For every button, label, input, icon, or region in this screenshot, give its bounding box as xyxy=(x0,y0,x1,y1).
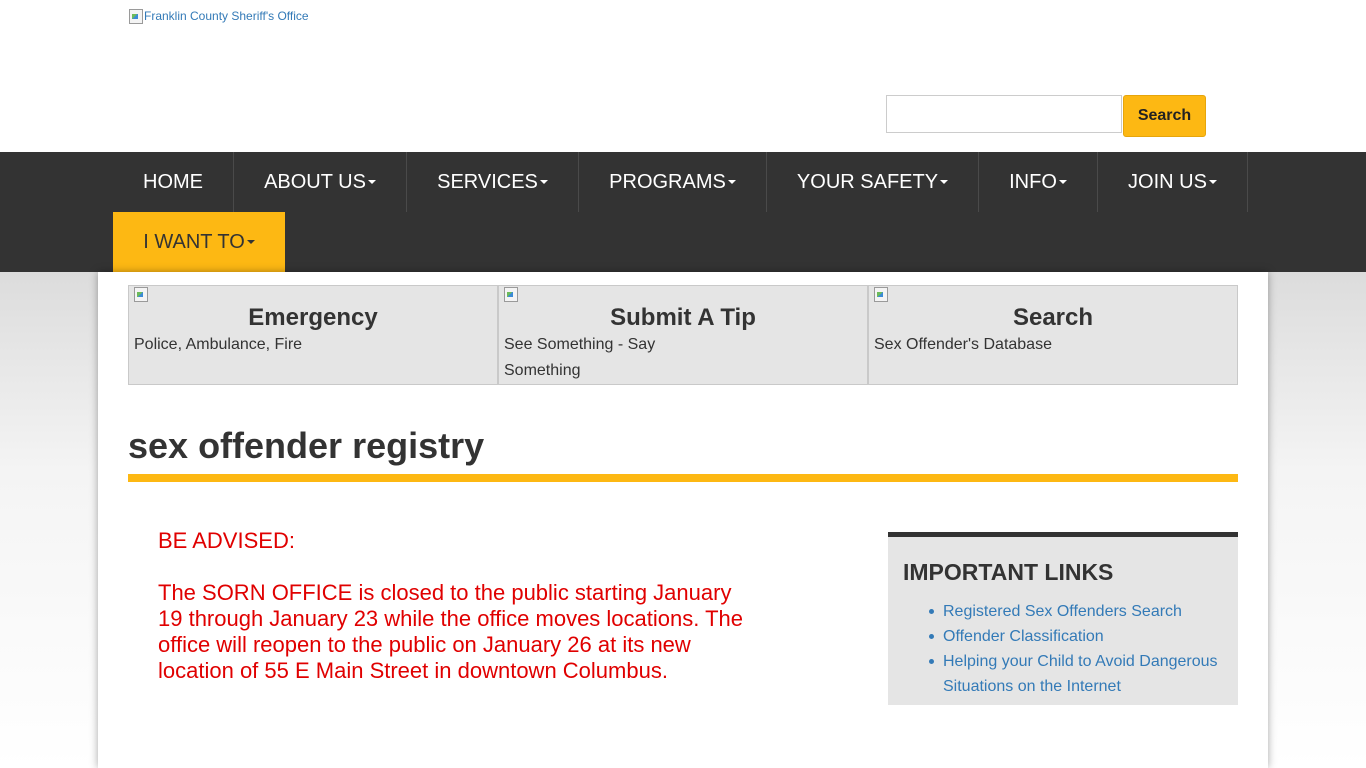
nav-home[interactable]: HOME xyxy=(113,152,234,212)
quick-link-subtitle: Police, Ambulance, Fire xyxy=(134,336,303,353)
caret-down-icon xyxy=(539,180,548,184)
quick-link-title: Emergency xyxy=(248,304,378,331)
quick-link-search[interactable]: Search Sex Offender's Database xyxy=(868,285,1238,385)
important-links-title: IMPORTANT LINKS xyxy=(903,559,1114,585)
search-input[interactable] xyxy=(886,95,1122,133)
nav-programs-label: PROGRAMS xyxy=(609,170,726,193)
caret-down-icon xyxy=(1208,180,1217,184)
broken-image-icon xyxy=(133,286,149,302)
logo-alt-text: Franklin County Sheriff's Office xyxy=(144,9,309,23)
broken-image-icon xyxy=(128,8,144,24)
nav-your-safety[interactable]: YOUR SAFETY xyxy=(767,152,979,212)
quick-link-title: Search xyxy=(1012,304,1094,331)
caret-down-icon xyxy=(727,180,736,184)
broken-image-icon xyxy=(503,286,519,302)
nav-services-label: SERVICES xyxy=(437,170,538,193)
nav-home-label: HOME xyxy=(143,170,203,193)
caret-down-icon xyxy=(1058,180,1067,184)
nav-about-us-label: ABOUT US xyxy=(264,170,366,193)
nav-your-safety-label: YOUR SAFETY xyxy=(796,170,939,193)
broken-image-icon xyxy=(873,286,889,302)
caret-down-icon xyxy=(246,240,255,244)
search-button[interactable]: Search xyxy=(1123,95,1206,137)
nav-join-us-label: JOIN US xyxy=(1128,170,1207,193)
main-nav: HOME ABOUT US SERVICES PROGRAMS YOUR SAF… xyxy=(0,152,1366,272)
nav-programs[interactable]: PROGRAMS xyxy=(579,152,767,212)
link-helping-your-child[interactable]: Helping your Child to Avoid Dangerous Si… xyxy=(929,649,1233,699)
nav-i-want-to[interactable]: I WANT TO xyxy=(113,212,285,272)
nav-services[interactable]: SERVICES xyxy=(407,152,579,212)
nav-join-us[interactable]: JOIN US xyxy=(1098,152,1248,212)
nav-info-label: INFO xyxy=(1009,170,1057,193)
caret-down-icon xyxy=(367,180,376,184)
nav-about-us[interactable]: ABOUT US xyxy=(234,152,407,212)
important-links-list: Registered Sex Offenders Search Offender… xyxy=(929,599,1233,699)
quick-link-subtitle: See Something - Say Something xyxy=(504,336,656,379)
page-title: sex offender registry xyxy=(128,425,485,466)
nav-i-want-to-label: I WANT TO xyxy=(143,230,245,253)
site-header: Franklin County Sheriff's Office Search xyxy=(0,0,1366,152)
advisory-body: The SORN OFFICE is closed to the public … xyxy=(158,580,743,683)
nav-info[interactable]: INFO xyxy=(979,152,1098,212)
site-logo[interactable]: Franklin County Sheriff's Office xyxy=(128,8,309,24)
quick-link-title: Submit A Tip xyxy=(610,304,756,331)
link-registered-offenders-search[interactable]: Registered Sex Offenders Search xyxy=(929,599,1233,624)
link-offender-classification[interactable]: Offender Classification xyxy=(929,624,1233,649)
advisory-notice: BE ADVISED: The SORN OFFICE is closed to… xyxy=(158,528,758,684)
caret-down-icon xyxy=(940,180,949,184)
quick-link-emergency[interactable]: Emergency Police, Ambulance, Fire xyxy=(128,285,498,385)
quick-link-submit-tip[interactable]: Submit A Tip See Something - Say Somethi… xyxy=(498,285,868,385)
title-divider xyxy=(128,474,1238,482)
quick-link-subtitle: Sex Offender's Database xyxy=(874,336,1052,353)
advisory-heading: BE ADVISED: xyxy=(158,528,295,553)
important-links-panel: IMPORTANT LINKS Registered Sex Offenders… xyxy=(888,532,1238,705)
